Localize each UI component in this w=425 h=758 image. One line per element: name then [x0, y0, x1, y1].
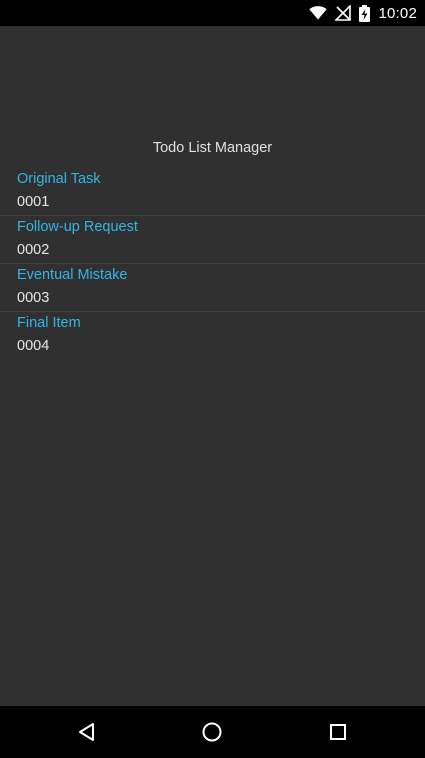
- signal-off-icon: [335, 5, 352, 21]
- app-content: Todo List Manager Original Task 0001 Fol…: [0, 26, 425, 706]
- todo-id: 0003: [17, 290, 50, 306]
- status-bar: 10:02: [0, 0, 425, 26]
- todo-title: Final Item: [17, 315, 81, 331]
- list-item[interactable]: Follow-up Request 0002: [0, 216, 425, 264]
- status-icons: 10:02: [309, 0, 417, 26]
- recents-button[interactable]: [298, 706, 378, 758]
- home-icon: [202, 722, 222, 742]
- list-item[interactable]: Final Item 0004: [0, 312, 425, 359]
- battery-charging-icon: [359, 4, 371, 22]
- todo-id: 0004: [17, 338, 50, 354]
- list-item[interactable]: Original Task 0001: [0, 168, 425, 216]
- todo-id: 0002: [17, 242, 50, 258]
- todo-id: 0001: [17, 194, 50, 210]
- list-item[interactable]: Eventual Mistake 0003: [0, 264, 425, 312]
- back-button[interactable]: [47, 706, 127, 758]
- todo-list: Original Task 0001 Follow-up Request 000…: [0, 168, 425, 359]
- todo-title: Original Task: [17, 171, 101, 187]
- recents-icon: [330, 724, 346, 740]
- navigation-bar: [0, 706, 425, 758]
- todo-title: Follow-up Request: [17, 219, 138, 235]
- wifi-icon: [309, 6, 328, 20]
- home-button[interactable]: [172, 706, 252, 758]
- back-icon: [79, 723, 94, 741]
- page-title: Todo List Manager: [152, 140, 273, 156]
- todo-title: Eventual Mistake: [17, 267, 128, 283]
- clock: 10:02: [378, 4, 417, 22]
